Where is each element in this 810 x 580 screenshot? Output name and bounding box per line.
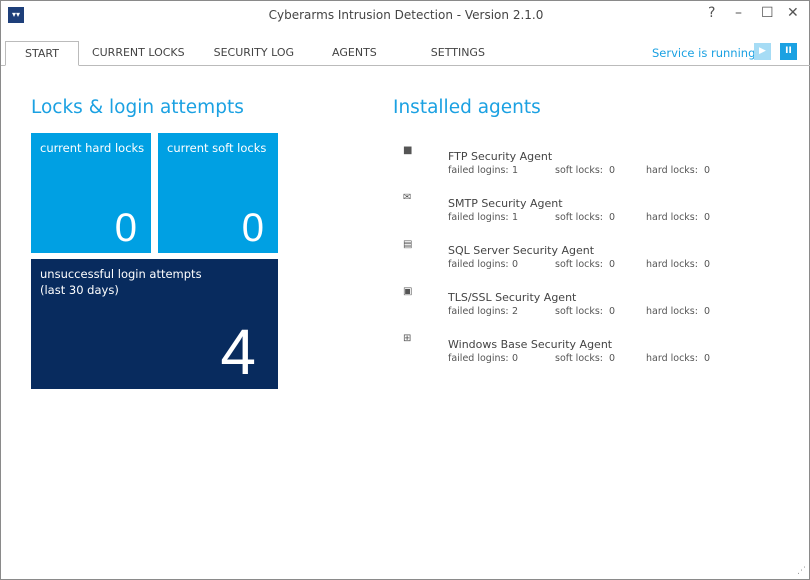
hard-locks-label: hard locks: — [646, 353, 698, 364]
hard-locks-label: current hard locks — [40, 141, 145, 155]
login-attempts-value: 4 — [220, 316, 256, 388]
hard-locks-value: 0 — [114, 206, 137, 250]
agent-name: TLS/SSL Security Agent — [448, 291, 577, 304]
pause-service-button[interactable]: II — [780, 43, 797, 60]
mail-icon: ✉ — [403, 192, 412, 203]
soft-locks-value: 0 — [609, 259, 616, 270]
hard-locks-label: hard locks: — [646, 212, 698, 223]
failed-logins-label: failed logins: — [448, 306, 509, 317]
soft-locks-label: soft locks: — [555, 353, 604, 364]
soft-locks-value: 0 — [609, 165, 616, 176]
login-attempts-label: unsuccessful login attempts (last 30 day… — [40, 266, 202, 298]
agent-item[interactable]: ⊞ Windows Base Security Agent failed login… — [401, 331, 731, 371]
locks-heading: Locks & login attempts — [31, 97, 244, 118]
close-button[interactable]: ✕ — [787, 5, 799, 21]
tab-start[interactable]: START — [5, 41, 79, 66]
database-check-icon: ▤ — [403, 239, 413, 250]
failed-logins-value: 1 — [512, 165, 519, 176]
agent-name: SMTP Security Agent — [448, 197, 563, 210]
minimize-button[interactable]: – — [735, 5, 742, 21]
failed-logins-label: failed logins: — [448, 165, 509, 176]
agent-item[interactable]: ▣ TLS/SSL Security Agent failed logins: 2 so… — [401, 284, 731, 324]
monitor-icon: ▣ — [403, 286, 413, 297]
resize-grip-icon[interactable]: ⋰ — [797, 566, 806, 576]
agent-name: Windows Base Security Agent — [448, 338, 613, 351]
tab-settings[interactable]: SETTINGS — [417, 41, 499, 66]
soft-locks-label: soft locks: — [555, 212, 604, 223]
hard-locks-label: hard locks: — [646, 306, 698, 317]
soft-locks-label: soft locks: — [555, 306, 604, 317]
hard-locks-value: 0 — [704, 259, 711, 270]
hard-locks-tile[interactable]: current hard locks 0 — [31, 133, 151, 253]
soft-locks-label: current soft locks — [167, 141, 267, 155]
login-attempts-label-line2: (last 30 days) — [40, 283, 119, 297]
soft-locks-label: soft locks: — [555, 165, 604, 176]
hard-locks-label: hard locks: — [646, 165, 698, 176]
login-attempts-tile[interactable]: unsuccessful login attempts (last 30 day… — [31, 259, 278, 389]
soft-locks-value: 0 — [609, 353, 616, 364]
tab-security-log[interactable]: SECURITY LOG — [199, 41, 324, 66]
service-status: Service is running — [652, 46, 756, 60]
agent-item[interactable]: ■ FTP Security Agent failed logins: 1 soft l… — [401, 143, 731, 183]
soft-locks-value: 0 — [241, 206, 264, 250]
soft-locks-tile[interactable]: current soft locks 0 — [158, 133, 278, 253]
hard-locks-value: 0 — [704, 306, 711, 317]
hard-locks-value: 0 — [704, 353, 711, 364]
agent-name: FTP Security Agent — [448, 150, 553, 163]
window-title: Cyberarms Intrusion Detection - Version … — [268, 8, 544, 22]
windows-icon: ⊞ — [403, 333, 412, 344]
hard-locks-value: 0 — [704, 165, 711, 176]
hard-locks-value: 0 — [704, 212, 711, 223]
agent-item[interactable]: ▤ SQL Server Security Agent failed logins:… — [401, 237, 731, 277]
tab-bar: START CURRENT LOCKS SECURITY LOG AGENTS … — [5, 41, 499, 66]
soft-locks-label: soft locks: — [555, 259, 604, 270]
tab-agents[interactable]: AGENTS — [324, 41, 417, 66]
folder-icon: ■ — [403, 145, 413, 156]
start-service-button[interactable]: ▶ — [754, 43, 771, 60]
failed-logins-value: 1 — [512, 212, 519, 223]
failed-logins-value: 0 — [512, 353, 519, 364]
maximize-button[interactable]: ☐ — [761, 5, 774, 21]
tab-current-locks[interactable]: CURRENT LOCKS — [79, 41, 199, 66]
agents-heading: Installed agents — [393, 97, 541, 118]
soft-locks-value: 0 — [609, 212, 616, 223]
agent-name: SQL Server Security Agent — [448, 244, 595, 257]
help-button[interactable]: ? — [708, 5, 715, 21]
failed-logins-label: failed logins: — [448, 353, 509, 364]
failed-logins-value: 2 — [512, 306, 519, 317]
soft-locks-value: 0 — [609, 306, 616, 317]
agent-item[interactable]: ✉ SMTP Security Agent failed logins: 1 soft … — [401, 190, 731, 230]
failed-logins-label: failed logins: — [448, 212, 509, 223]
hard-locks-label: hard locks: — [646, 259, 698, 270]
failed-logins-label: failed logins: — [448, 259, 509, 270]
login-attempts-label-line1: unsuccessful login attempts — [40, 267, 202, 281]
failed-logins-value: 0 — [512, 259, 519, 270]
